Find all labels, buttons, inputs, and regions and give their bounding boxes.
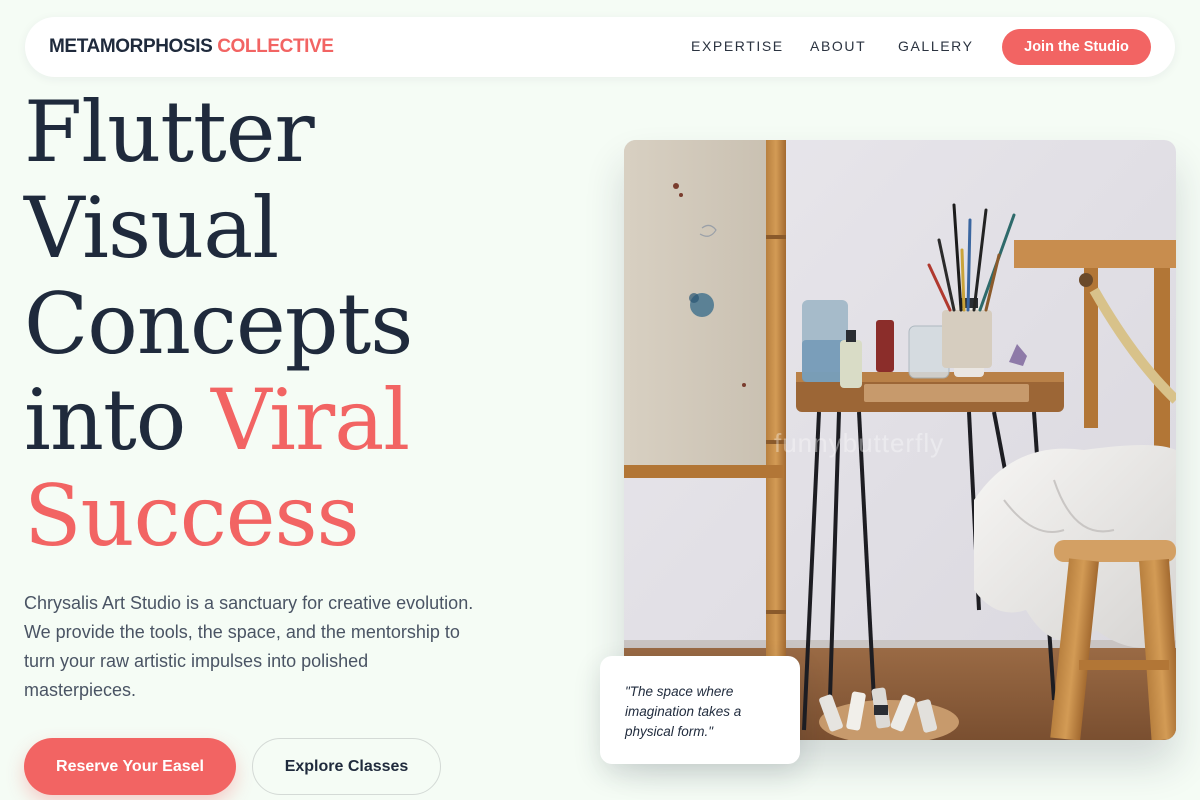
headline-accent-viral: Viral xyxy=(211,371,410,469)
headline-into: into xyxy=(24,371,186,469)
studio-photo: funnybutterfly xyxy=(624,140,1176,740)
explore-classes-button[interactable]: Explore Classes xyxy=(252,738,441,795)
headline-line-4: into Viral xyxy=(24,372,412,468)
headline-line-1: Flutter xyxy=(24,83,315,181)
hero-description: Chrysalis Art Studio is a sanctuary for … xyxy=(24,593,474,700)
headline-line-2: Visual xyxy=(24,179,279,277)
logo-main-text: METAMORPHOSIS xyxy=(49,36,213,57)
hero-headline: Flutter Visual Concepts into Viral Succe… xyxy=(24,83,413,565)
studio-illustration: funnybutterfly xyxy=(624,140,1176,740)
headline-line-3: Concepts xyxy=(24,275,413,373)
nav-link-about[interactable]: ABOUT xyxy=(810,38,866,54)
photo-watermark: funnybutterfly xyxy=(774,428,944,458)
headline-accent-success: Success xyxy=(24,467,360,565)
nav-link-expertise[interactable]: EXPERTISE xyxy=(691,38,784,54)
nav-link-gallery[interactable]: GALLERY xyxy=(898,38,974,54)
join-studio-button[interactable]: Join the Studio xyxy=(1002,29,1151,65)
quote-text: "The space where imagination takes a phy… xyxy=(625,684,742,739)
quote-card: "The space where imagination takes a phy… xyxy=(600,656,800,764)
reserve-easel-button[interactable]: Reserve Your Easel xyxy=(24,738,236,795)
logo-accent-text: COLLECTIVE xyxy=(217,36,334,57)
top-nav: METAMORPHOSIS COLLECTIVE EXPERTISE ABOUT… xyxy=(25,17,1175,77)
brand-logo[interactable]: METAMORPHOSIS COLLECTIVE xyxy=(49,36,334,58)
